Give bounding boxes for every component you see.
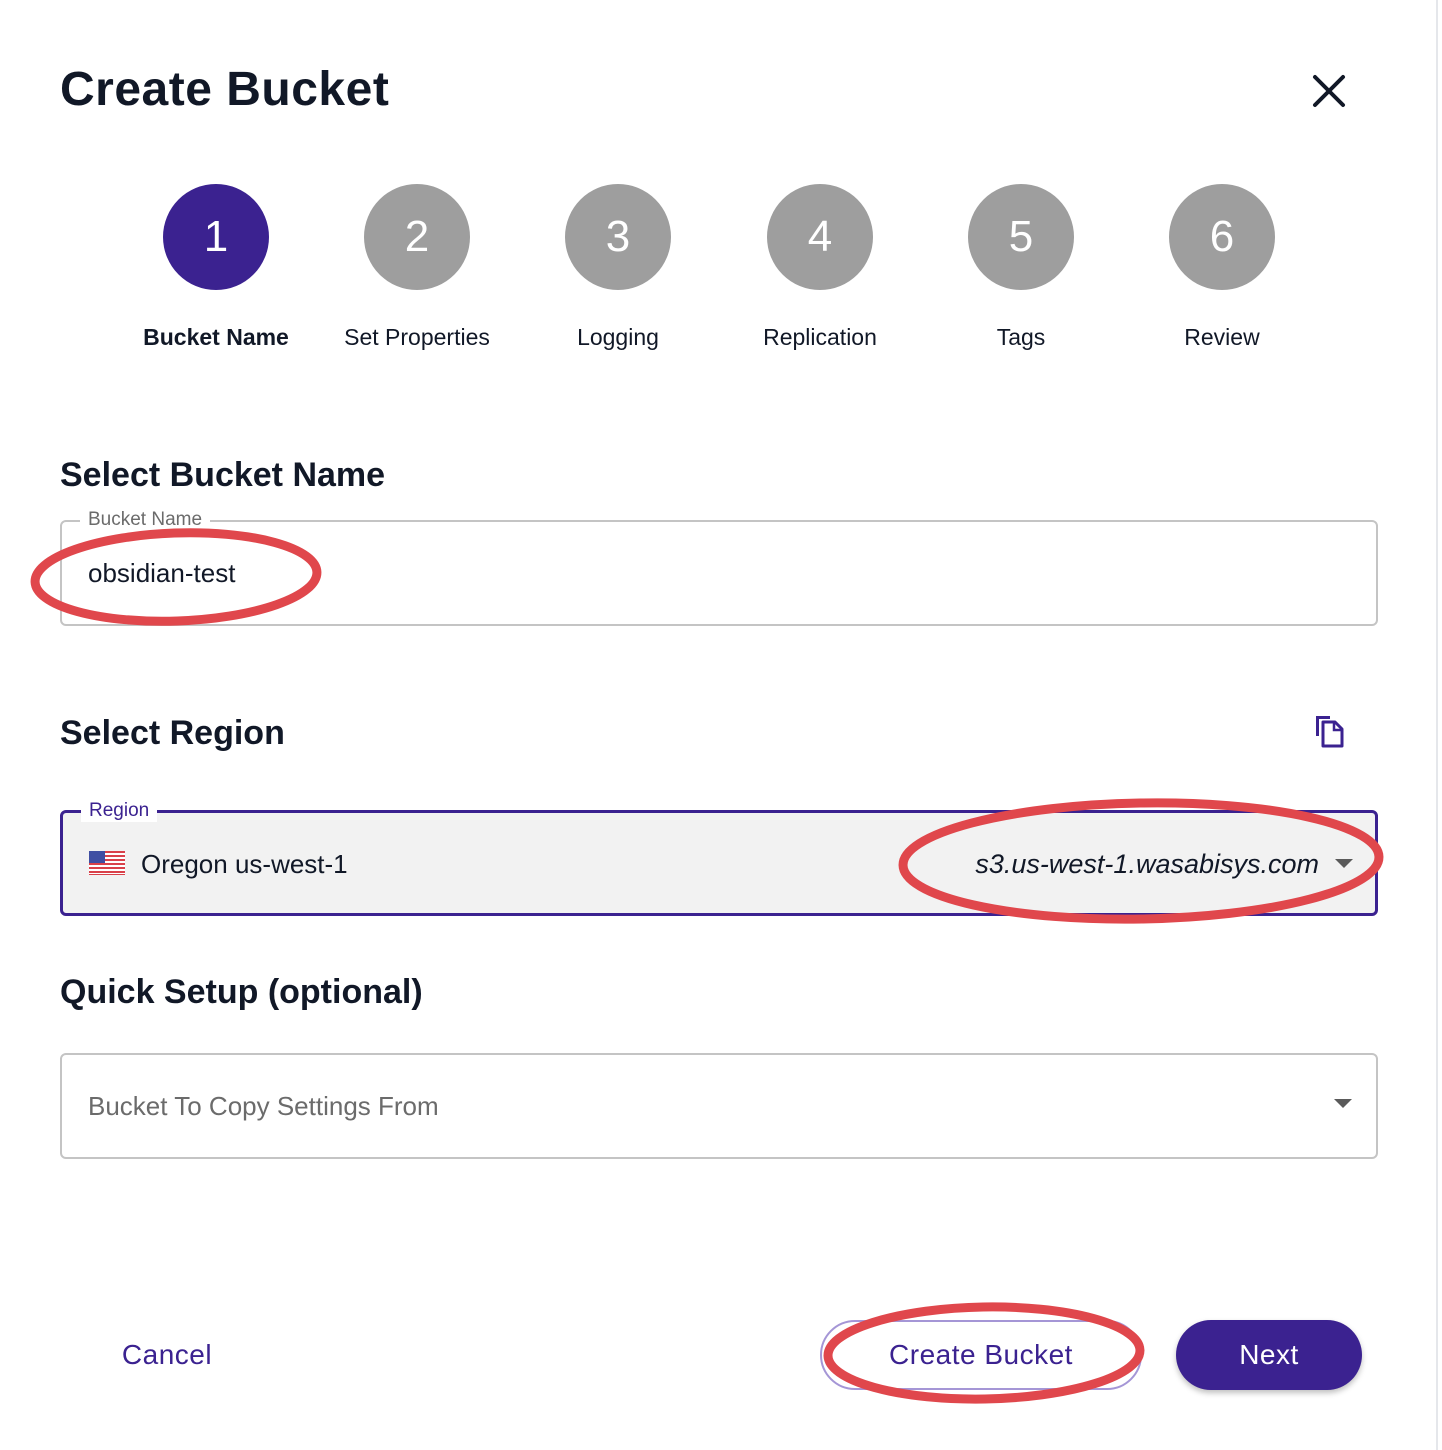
bucket-name-value[interactable]: obsidian-test — [88, 558, 235, 589]
region-endpoint: s3.us-west-1.wasabisys.com — [975, 849, 1319, 879]
copy-icon[interactable] — [1312, 712, 1346, 748]
copy-settings-placeholder: Bucket To Copy Settings From — [88, 1091, 439, 1121]
region-select[interactable]: Region Oregon us-west-1 s3.us-west-1.was… — [60, 800, 1378, 916]
create-bucket-button[interactable]: Create Bucket — [820, 1320, 1142, 1390]
chevron-down-icon[interactable] — [1335, 859, 1353, 868]
step-label: Tags — [996, 324, 1046, 350]
step-set-properties[interactable]: 2 Set Properties — [317, 184, 517, 351]
step-number: 2 — [364, 184, 470, 290]
chevron-down-icon[interactable] — [1334, 1099, 1352, 1108]
step-number: 6 — [1169, 184, 1275, 290]
create-bucket-dialog: Create Bucket 1 Bucket Name 2 Set Proper… — [0, 0, 1438, 1450]
step-logging[interactable]: 3 Logging — [518, 184, 718, 351]
step-tags[interactable]: 5 Tags — [921, 184, 1121, 351]
dialog-title: Create Bucket — [60, 63, 390, 116]
step-bucket-name[interactable]: 1 Bucket Name — [116, 184, 316, 351]
region-name: Oregon us-west-1 — [141, 849, 348, 879]
step-number: 1 — [163, 184, 269, 290]
step-label: Set Properties — [344, 324, 490, 350]
wizard-stepper: 1 Bucket Name 2 Set Properties 3 Logging… — [0, 184, 1442, 364]
quick-setup-heading: Quick Setup (optional) — [60, 973, 423, 1011]
region-label: Region — [81, 800, 158, 822]
step-label: Replication — [763, 324, 877, 350]
region-heading: Select Region — [60, 714, 285, 752]
bucket-name-heading: Select Bucket Name — [60, 456, 386, 494]
cancel-button[interactable]: Cancel — [100, 1326, 234, 1384]
bucket-name-input[interactable]: Bucket Name obsidian-test — [60, 509, 1378, 626]
next-button[interactable]: Next — [1176, 1320, 1362, 1390]
step-number: 5 — [968, 184, 1074, 290]
step-replication[interactable]: 4 Replication — [720, 184, 920, 351]
step-label: Bucket Name — [143, 324, 289, 350]
step-number: 4 — [767, 184, 873, 290]
step-number: 3 — [565, 184, 671, 290]
copy-settings-select[interactable]: Bucket To Copy Settings From — [60, 1053, 1378, 1159]
step-review[interactable]: 6 Review — [1122, 184, 1322, 351]
step-label: Review — [1184, 324, 1260, 350]
us-flag-icon — [89, 851, 125, 875]
close-icon — [1313, 75, 1345, 107]
close-button[interactable] — [1304, 66, 1354, 116]
step-label: Logging — [577, 324, 659, 350]
bucket-name-label: Bucket Name — [80, 509, 211, 531]
